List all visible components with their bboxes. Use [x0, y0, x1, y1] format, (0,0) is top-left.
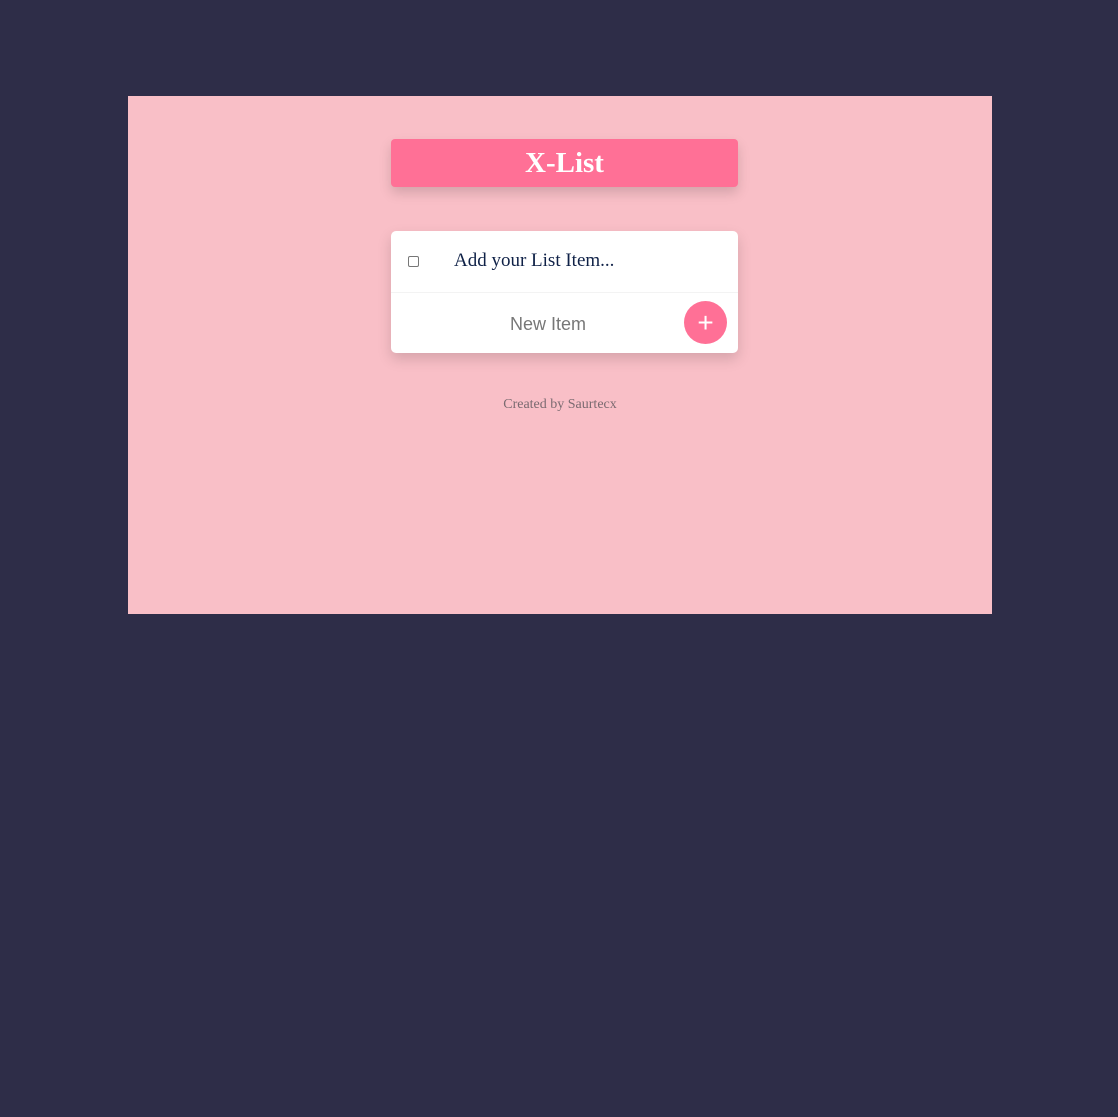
add-item-button[interactable]: + [684, 301, 727, 344]
item-checkbox[interactable] [408, 256, 419, 267]
todo-card: Add your List Item... + [391, 231, 738, 353]
new-item-form: + [391, 293, 738, 353]
item-label: Add your List Item... [454, 250, 615, 271]
app-container: X-List Add your List Item... + Created b… [128, 96, 992, 614]
page-title: X-List [391, 139, 738, 187]
new-item-input[interactable] [391, 303, 705, 345]
list-item: Add your List Item... [391, 231, 738, 293]
footer-credit: Created by Saurtecx [503, 397, 617, 412]
